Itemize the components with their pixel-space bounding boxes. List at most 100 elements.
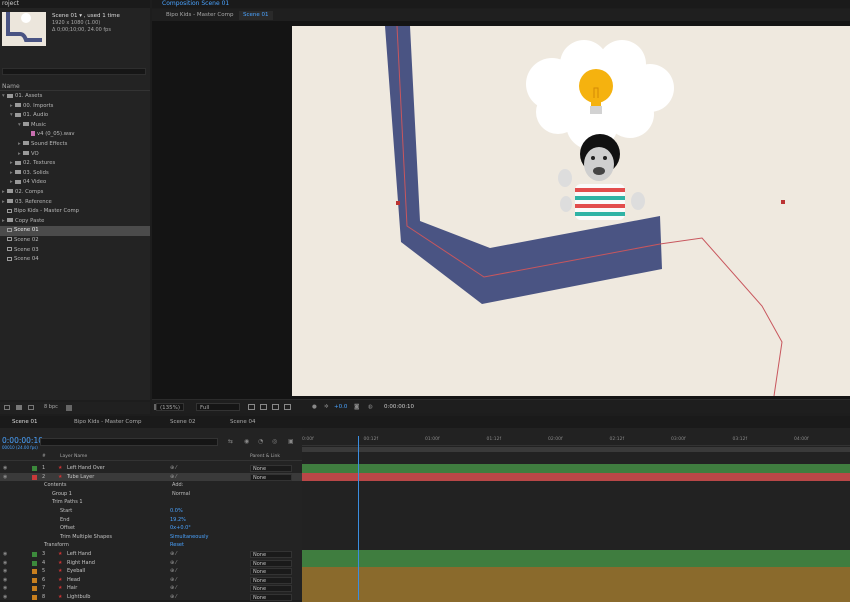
property-value[interactable]: Reset [170, 541, 184, 550]
project-item[interactable]: ▸ 03. Solids [0, 169, 150, 179]
composition-viewer[interactable] [152, 21, 850, 399]
eye-icon[interactable]: ◉ [3, 473, 7, 482]
layer-row[interactable]: ◉ 8 ★ Lightbulb ⊕ ⁄ None [0, 593, 302, 602]
grid-guides-icon[interactable] [284, 404, 291, 410]
comp-canvas[interactable] [292, 26, 850, 396]
work-area-bar[interactable] [302, 447, 850, 452]
project-item[interactable]: ▾ 01. Audio [0, 111, 150, 121]
eye-icon[interactable]: ◉ [3, 464, 7, 473]
transparency-grid-icon[interactable] [260, 404, 267, 410]
roi-icon[interactable] [248, 404, 255, 410]
project-item[interactable]: ▸ 02. Textures [0, 159, 150, 169]
layer-switches[interactable]: ⊕ ⁄ [170, 584, 177, 593]
graph-editor-icon[interactable]: ▣ [288, 438, 294, 445]
layer-switches[interactable]: ⊕ ⁄ [170, 550, 177, 559]
magnification-select[interactable]: (135%) [156, 403, 185, 411]
timeline-tab-master[interactable]: Bipo Kids - Master Comp [74, 418, 141, 427]
project-item[interactable]: ▸ Sound Effects [0, 140, 150, 150]
resolution-select[interactable]: Full [196, 403, 240, 411]
bit-depth-label[interactable]: 8 bpc [44, 404, 58, 410]
label-color[interactable] [32, 474, 37, 480]
eye-icon[interactable]: ◉ [3, 584, 7, 593]
label-color[interactable] [32, 560, 37, 566]
project-item[interactable]: ▸ 02. Comps [0, 188, 150, 198]
project-item[interactable]: ▸ 04 Video [0, 178, 150, 188]
property-value[interactable]: Simultaneously [170, 533, 208, 542]
layer-duration-bar[interactable] [302, 550, 850, 559]
layer-switches[interactable]: ⊕ ⁄ [170, 559, 177, 568]
camera-snapshot-icon[interactable]: ◙ [354, 403, 359, 411]
layer-switches[interactable]: ⊕ ⁄ [170, 567, 177, 576]
layer-switches[interactable]: ⊕ ⁄ [170, 593, 177, 602]
label-color[interactable] [32, 466, 37, 471]
layer-row[interactable]: ◉ 6 ★ Head ⊕ ⁄ None [0, 576, 302, 585]
current-time-indicator[interactable] [358, 436, 359, 600]
property-row[interactable]: Start 0.0% [0, 507, 302, 516]
property-row[interactable]: Group 1 Normal [0, 490, 302, 499]
color-icon[interactable]: ● [312, 403, 317, 411]
parent-select[interactable]: None [250, 465, 292, 472]
project-item[interactable]: ▾ 01. Assets [0, 92, 150, 102]
eye-icon[interactable]: ◉ [3, 567, 7, 576]
project-item[interactable]: ▸ VO [0, 150, 150, 160]
layer-name[interactable]: Lightbulb [67, 593, 90, 602]
project-item[interactable]: Scene 01 [0, 226, 150, 236]
label-color[interactable] [32, 586, 37, 592]
layer-row[interactable]: ◉ 4 ★ Right Hand ⊕ ⁄ None [0, 559, 302, 568]
project-item[interactable]: ▸ 03. Reference [0, 198, 150, 208]
property-row[interactable]: End 19.2% [0, 516, 302, 525]
layer-row[interactable]: ◉ 2 ★ Tube Layer ⊕ ⁄ None [0, 472, 302, 482]
layer-row[interactable]: ◉ 5 ★ Eyeball ⊕ ⁄ None [0, 567, 302, 576]
project-item[interactable]: ▸ Copy Paste [0, 217, 150, 227]
parent-select[interactable]: None [250, 473, 292, 481]
timeline-tab-scene-04[interactable]: Scene 04 [230, 418, 256, 427]
property-row[interactable]: Transform Reset [0, 541, 302, 550]
comp-flowchart-icon[interactable]: ⇆ [228, 438, 233, 445]
draft-3d-icon[interactable]: ◉ [244, 438, 249, 445]
project-item[interactable]: Scene 02 [0, 236, 150, 246]
timeline-tab-scene-02[interactable]: Scene 02 [170, 418, 196, 427]
layer-row[interactable]: ◉ 1 ★ Left Hand Over ⊕ ⁄ None [0, 464, 302, 473]
trash-icon[interactable] [66, 405, 72, 411]
eye-icon[interactable]: ◉ [3, 559, 7, 568]
shy-layers-icon[interactable]: ◔ [258, 438, 263, 445]
layer-name[interactable]: Hair [67, 584, 77, 593]
mask-visibility-icon[interactable] [272, 404, 279, 410]
project-item[interactable]: ▾ Music [0, 121, 150, 131]
timeline-timecode[interactable]: 0:00:00:10 [2, 436, 43, 445]
layer-duration-bar[interactable] [302, 575, 850, 585]
layer-switches[interactable]: ⊕ ⁄ [170, 464, 177, 473]
layer-name[interactable]: Left Hand [67, 550, 91, 559]
layer-duration-bar[interactable] [302, 472, 850, 482]
property-row[interactable]: Offset 0x+0.0° [0, 524, 302, 533]
project-item[interactable]: Scene 04 [0, 255, 150, 265]
layer-duration-bar[interactable] [302, 567, 850, 576]
show-snapshot-icon[interactable]: ◍ [368, 403, 373, 411]
layer-name[interactable]: Eyeball [67, 567, 85, 576]
project-item[interactable]: Bipo Kids - Master Comp [0, 207, 150, 217]
col-parent[interactable]: Parent & Link [250, 453, 280, 461]
parent-select[interactable]: None [250, 551, 292, 558]
project-column-name[interactable]: Name [0, 83, 150, 91]
property-value[interactable]: 19.2% [170, 516, 186, 525]
project-item[interactable]: ▸ 00. Imports [0, 102, 150, 112]
label-color[interactable] [32, 569, 37, 575]
layer-row[interactable]: ◉ 3 ★ Left Hand ⊕ ⁄ None [0, 550, 302, 559]
label-color[interactable] [32, 577, 37, 583]
layer-duration-bar[interactable] [302, 464, 850, 473]
layer-duration-bar[interactable] [302, 593, 850, 602]
eye-icon[interactable]: ◉ [3, 550, 7, 559]
project-search-input[interactable] [2, 68, 146, 75]
property-row[interactable]: Trim Paths 1 [0, 498, 302, 507]
parent-select[interactable]: None [250, 559, 292, 567]
motion-blur-icon[interactable]: ◎ [272, 438, 277, 445]
eye-icon[interactable]: ◉ [3, 576, 7, 585]
exposure-value[interactable]: +0.0 [334, 403, 347, 411]
eye-icon[interactable]: ◉ [3, 593, 7, 602]
layer-switches[interactable]: ⊕ ⁄ [170, 473, 177, 482]
label-color[interactable] [32, 595, 37, 600]
project-item[interactable]: v4 (0_05).wav [0, 130, 150, 140]
comp-tab-master[interactable]: Bipo Kids - Master Comp [162, 11, 237, 20]
layer-row[interactable]: ◉ 7 ★ Hair ⊕ ⁄ None [0, 584, 302, 593]
layer-duration-bar[interactable] [302, 558, 850, 568]
